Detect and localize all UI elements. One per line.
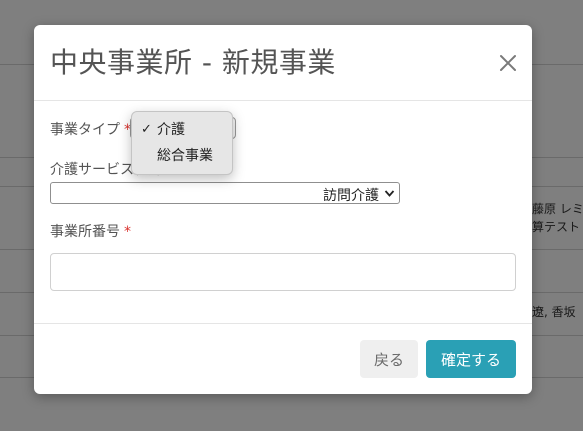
business-type-dropdown: ✓ 介護 総合事業 xyxy=(131,111,233,175)
close-button[interactable] xyxy=(498,53,518,73)
modal-body: 事業タイプ * 介護サービス種別 訪問介護 事業所番号 * xyxy=(34,101,532,323)
modal-header: 中央事業所 - 新規事業 xyxy=(34,25,532,101)
business-type-label-text: 事業タイプ xyxy=(50,122,120,138)
modal-title: 中央事業所 - 新規事業 xyxy=(50,46,336,79)
service-type-select[interactable]: 訪問介護 xyxy=(50,182,400,204)
confirm-button[interactable]: 確定する xyxy=(426,340,516,378)
service-type-value: 訪問介護 xyxy=(323,188,379,204)
office-number-label: 事業所番号 * xyxy=(50,225,131,239)
dropdown-option-label: 介護 xyxy=(157,122,185,138)
dropdown-option-kaigo[interactable]: ✓ 介護 xyxy=(132,117,232,143)
dropdown-option-label: 総合事業 xyxy=(157,148,213,164)
required-mark: * xyxy=(124,224,131,240)
close-icon xyxy=(500,55,516,71)
dropdown-option-sogo[interactable]: 総合事業 xyxy=(132,143,232,169)
business-type-label: 事業タイプ * xyxy=(50,123,131,137)
modal-footer: 戻る 確定する xyxy=(34,323,532,394)
chevron-down-icon xyxy=(384,190,395,197)
new-business-modal: 中央事業所 - 新規事業 事業タイプ * 介護サービス種別 訪問介護 事業所番号 *… xyxy=(34,25,532,394)
back-button[interactable]: 戻る xyxy=(360,340,418,378)
office-number-input[interactable] xyxy=(50,253,516,291)
checkmark-icon: ✓ xyxy=(141,122,152,137)
office-number-label-text: 事業所番号 xyxy=(50,224,120,240)
